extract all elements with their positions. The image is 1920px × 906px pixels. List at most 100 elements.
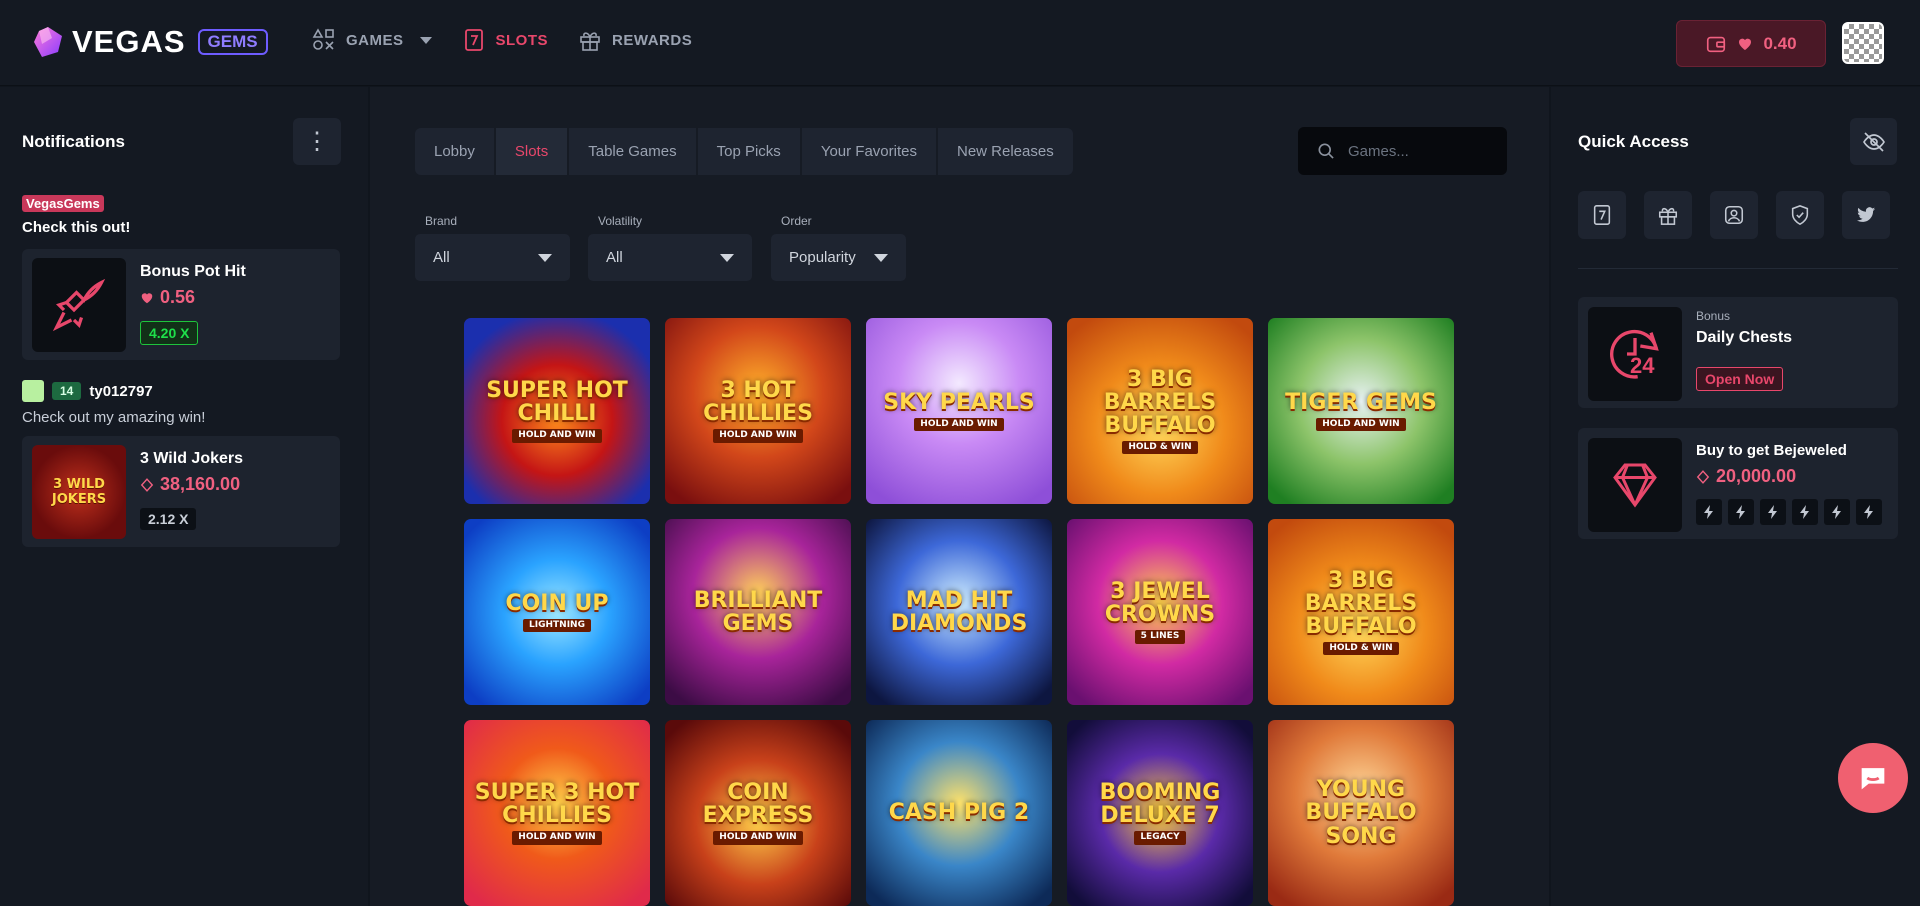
game-card[interactable]: 3 Jewel Crowns 5 LINES xyxy=(1067,519,1253,705)
logo-badge: GEMS xyxy=(197,29,268,55)
tab-top-picks[interactable]: Top Picks xyxy=(697,128,800,175)
quick-access-icons xyxy=(1578,191,1890,239)
tab-your-favorites[interactable]: Your Favorites xyxy=(801,128,936,175)
game-card[interactable]: Tiger Gems HOLD AND WIN xyxy=(1268,318,1454,504)
logo[interactable]: VEGAS GEMS xyxy=(30,24,268,60)
game-title: Coin Up LIGHTNING xyxy=(495,592,618,633)
notification-card-jokers[interactable]: 3 WILD JOKERS 3 Wild Jokers 38,160.00 2.… xyxy=(22,436,340,547)
volatility-filter: Volatility All xyxy=(588,214,752,281)
game-title: Young Buffalo Song xyxy=(1305,777,1417,849)
game-card[interactable]: Sky Pearls HOLD AND WIN xyxy=(866,318,1052,504)
game-card[interactable]: 3 Hot Chillies HOLD AND WIN xyxy=(665,318,851,504)
bolt-icon xyxy=(1824,499,1850,525)
chat-button[interactable] xyxy=(1838,743,1908,813)
user-row: 14 ty012797 xyxy=(22,380,153,402)
hide-panel-button[interactable] xyxy=(1850,118,1897,165)
open-now-button[interactable]: Open Now xyxy=(1696,367,1784,391)
game-card[interactable]: Super 3 Hot Chillies HOLD AND WIN xyxy=(464,720,650,906)
chat-icon xyxy=(1861,768,1885,790)
notification-card-bonus[interactable]: Bonus Pot Hit 0.56 4.20 X xyxy=(22,249,340,360)
bolt-icon xyxy=(1728,499,1754,525)
search-input[interactable] xyxy=(1348,142,1488,160)
notifications-title: Notifications xyxy=(22,132,125,151)
gift-icon xyxy=(580,32,600,51)
heart-gem-icon xyxy=(141,292,153,303)
bejeweled-card[interactable]: Buy to get Bejeweled 20,000.00 xyxy=(1578,428,1898,539)
chests-title: Daily Chests xyxy=(1696,329,1793,346)
nav-slots[interactable]: SLOTS xyxy=(462,28,549,52)
tab-slots[interactable]: Slots xyxy=(495,128,568,175)
game-card[interactable]: Cash Pig 2 xyxy=(866,720,1052,906)
user-icon xyxy=(1724,205,1744,225)
quick-rewards-button[interactable] xyxy=(1644,191,1692,239)
notification-game-name: 3 Wild Jokers xyxy=(140,450,244,467)
game-card[interactable]: Super Hot Chilli HOLD AND WIN xyxy=(464,318,650,504)
bejeweled-amount: 20,000.00 xyxy=(1716,466,1797,486)
gift-icon xyxy=(1658,207,1678,225)
shield-icon xyxy=(1791,205,1809,226)
game-title: 3 Big Barrels Buffalo HOLD & WIN xyxy=(1067,368,1253,455)
bolt-progress xyxy=(1696,499,1882,525)
more-vertical-icon: ⋮ xyxy=(305,128,329,155)
order-select[interactable]: Popularity xyxy=(771,234,906,281)
nav-games[interactable]: GAMES xyxy=(312,28,432,52)
bolt-icon xyxy=(1856,499,1882,525)
order-filter-label: Order xyxy=(781,214,812,228)
daily-chests-card[interactable]: 24 Bonus Daily Chests Open Now xyxy=(1578,297,1898,408)
game-card[interactable]: 3 Big Barrels Buffalo HOLD & WIN xyxy=(1268,519,1454,705)
game-title: Booming Deluxe 7 LEGACY xyxy=(1067,781,1253,845)
quick-slots-button[interactable] xyxy=(1578,191,1626,239)
game-title: 3 Jewel Crowns 5 LINES xyxy=(1067,580,1253,644)
game-search[interactable] xyxy=(1298,127,1507,175)
volatility-select-value: All xyxy=(606,249,623,266)
notification-message: Check this out! xyxy=(22,219,131,236)
game-card[interactable]: Booming Deluxe 7 LEGACY xyxy=(1067,720,1253,906)
game-subtitle: HOLD & WIN xyxy=(1122,440,1198,455)
multiplier-badge: 2.12 X xyxy=(140,508,197,530)
game-card[interactable]: Coin Express HOLD AND WIN xyxy=(665,720,851,906)
brand-filter-label: Brand xyxy=(425,214,458,228)
volatility-select[interactable]: All xyxy=(588,234,752,281)
user-level-badge: 14 xyxy=(52,382,82,400)
volatility-filter-label: Volatility xyxy=(598,214,643,228)
tab-lobby[interactable]: Lobby xyxy=(415,128,494,175)
user-avatar[interactable] xyxy=(1842,22,1884,64)
diamond-icon xyxy=(1613,463,1657,508)
logo-text: VEGAS xyxy=(72,24,186,59)
chests-category: Bonus xyxy=(1696,309,1731,323)
username[interactable]: ty012797 xyxy=(89,383,152,400)
tab-table-games[interactable]: Table Games xyxy=(569,128,696,175)
slot-seven-icon xyxy=(1593,205,1611,225)
order-filter: Order Popularity xyxy=(771,214,906,281)
wallet-button[interactable]: 0.40 xyxy=(1676,20,1826,67)
game-subtitle: 5 LINES xyxy=(1134,630,1186,644)
quick-twitter-button[interactable] xyxy=(1842,191,1890,239)
game-subtitle: LEGACY xyxy=(1134,831,1186,845)
notifications-menu-button[interactable]: ⋮ xyxy=(293,118,341,165)
game-card[interactable]: Young Buffalo Song xyxy=(1268,720,1454,906)
quick-security-button[interactable] xyxy=(1776,191,1824,239)
rocket-thumb xyxy=(32,258,126,352)
win-amount: 38,160.00 xyxy=(160,474,241,494)
bejeweled-title: Buy to get Bejeweled xyxy=(1696,442,1847,459)
nav-games-label: GAMES xyxy=(346,31,404,49)
rocket-icon xyxy=(52,278,106,332)
order-select-value: Popularity xyxy=(789,249,856,266)
games-grid: Super Hot Chilli HOLD AND WIN 3 Hot Chilli… xyxy=(464,318,1454,906)
game-card[interactable]: Brilliant Gems xyxy=(665,519,851,705)
search-icon xyxy=(1318,143,1334,159)
game-card[interactable]: 3 Big Barrels Buffalo HOLD & WIN xyxy=(1067,318,1253,504)
tab-new-releases[interactable]: New Releases xyxy=(937,128,1073,175)
brand-select[interactable]: All xyxy=(415,234,570,281)
notification-game-name: Bonus Pot Hit xyxy=(140,263,246,280)
wallet-balance: 0.40 xyxy=(1763,33,1797,53)
game-card[interactable]: Coin Up LIGHTNING xyxy=(464,519,650,705)
game-card[interactable]: Mad Hit Diamonds xyxy=(866,519,1052,705)
nav-rewards[interactable]: REWARDS xyxy=(578,28,692,52)
quick-profile-button[interactable] xyxy=(1710,191,1758,239)
shapes-icon xyxy=(312,28,334,50)
eye-off-icon xyxy=(1862,131,1885,152)
multiplier-badge: 4.20 X xyxy=(140,321,199,345)
brand-select-value: All xyxy=(433,249,450,266)
bolt-icon xyxy=(1760,499,1786,525)
